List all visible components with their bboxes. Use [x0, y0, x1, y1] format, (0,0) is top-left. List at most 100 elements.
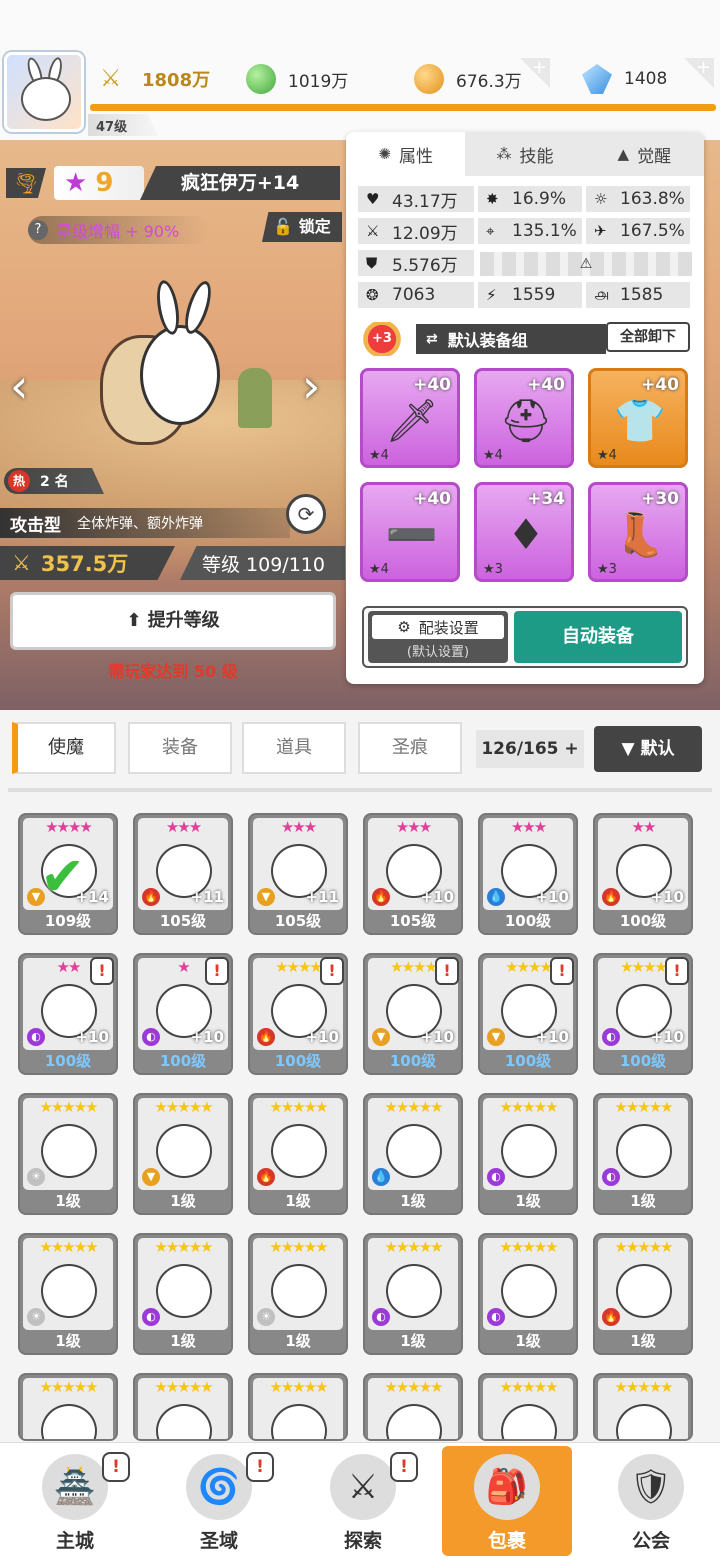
hero-level: 等级 109/110 [180, 546, 345, 580]
familiar-card[interactable]: ★★★★★ ☀ 1级 [18, 1093, 118, 1215]
familiar-card[interactable]: ★★★★★ ◐ 1级 [133, 1233, 233, 1355]
familiar-level: 100级 [159, 1052, 207, 1070]
tab-equipment[interactable]: 装备 [128, 722, 232, 774]
familiar-card[interactable]: ★★★★★ ◐ 1级 [478, 1233, 578, 1355]
familiar-card[interactable]: ★★★★★ ◐ 1级 [593, 1093, 693, 1215]
equip-slot-helmet[interactable]: ⛑ +40 ★4 [474, 368, 574, 468]
stat-s3: ௮ 1585 [586, 282, 690, 308]
power-resource: ⚔ 1808万 [100, 58, 230, 100]
familiar-card[interactable]: ★★★ 💧 +10 100级 [478, 813, 578, 935]
familiar-card[interactable]: ★★★ 🔥 +11 105级 [133, 813, 233, 935]
familiar-card[interactable]: ★★★ 🔥 +10 105级 [363, 813, 463, 935]
earth-element-icon: ▼ [487, 1028, 505, 1046]
familiar-stars: ★★★ [280, 818, 317, 836]
familiar-card[interactable]: ★★★★★ ☀ 1级 [18, 1233, 118, 1355]
familiar-card[interactable]: ★ ◐ +10 100级! [133, 953, 233, 1075]
dark-element-icon: ◐ [372, 1308, 390, 1326]
crystal-resource[interactable]: 1408 + [582, 58, 714, 100]
familiar-card[interactable]: ★★★★★ ◐ 1级 [363, 1233, 463, 1355]
tab-stigmata[interactable]: 圣痕 [358, 722, 462, 774]
familiar-card[interactable]: ★★★★★ [478, 1373, 578, 1441]
familiar-stars: ★★★ [165, 818, 202, 836]
equip-slot-armor[interactable]: 👕 +40 ★4 [588, 368, 688, 468]
familiar-card[interactable]: ★★★★★ [133, 1373, 233, 1441]
star-boost-text: 星级增幅 + 90% [56, 222, 180, 241]
familiar-portrait: ★★★★★ ☀ [253, 1238, 343, 1330]
crystal-plus-button[interactable]: + [684, 58, 714, 88]
hp-stat: ♥ 43.17万 [358, 186, 474, 212]
dark-element-icon: ◐ [602, 1168, 620, 1186]
familiar-card[interactable]: ★★★★★ ◐ 1级 [478, 1093, 578, 1215]
equip-slot-belt[interactable]: ➖ +40 ★4 [360, 482, 460, 582]
familiar-card[interactable]: ★★★★★ [593, 1373, 693, 1441]
familiar-stars: ★★★★★ [269, 1238, 328, 1256]
familiar-card[interactable]: ★★★★★ 🔥 1级 [248, 1093, 348, 1215]
familiar-card[interactable]: ★★ ◐ +10 100级! [18, 953, 118, 1075]
tab-familiars[interactable]: 使魔 [12, 722, 116, 774]
nav-bag[interactable]: 🎒 包裹 [442, 1446, 572, 1556]
familiar-level: 1级 [515, 1192, 541, 1210]
prev-hero-arrow-icon[interactable]: ‹ [10, 358, 44, 414]
sort-dropdown[interactable]: ▼ 默认 [594, 726, 702, 772]
inventory-count[interactable]: 126/165 + [476, 730, 584, 768]
familiar-card[interactable]: ★★★★★ [18, 1373, 118, 1441]
familiar-card[interactable]: ★★★★ ▼ +10 100级! [363, 953, 463, 1075]
accuracy-stat: ⌖ 135.1% [478, 218, 582, 244]
star-icon: ★ [64, 168, 88, 198]
dark-element-icon: ◐ [142, 1028, 160, 1046]
familiar-portrait: ★★★★★ 🔥 [598, 1238, 688, 1330]
alert-icon: ! [435, 957, 459, 985]
familiar-card[interactable]: ★★★★★ 🔥 1级 [593, 1233, 693, 1355]
familiar-card[interactable]: ★★★★ ◐ +10 100级! [593, 953, 693, 1075]
familiar-card[interactable]: ★★★★ 🔥 +10 100级! [248, 953, 348, 1075]
unload-all-button[interactable]: 全部卸下 [606, 322, 690, 352]
equip-slot-necklace[interactable]: ♦ +34 ★3 [474, 482, 574, 582]
swap-view-button[interactable]: ⟳ [286, 494, 326, 534]
auto-equip-button[interactable]: 自动装备 [514, 611, 682, 663]
equip-level: +40 [413, 375, 451, 395]
familiar-stars: ★★★★ [45, 818, 93, 836]
familiar-card[interactable]: ★★★★★ ▼ 1级 [133, 1093, 233, 1215]
rotate-icon: ⟳ [297, 502, 315, 526]
tab-awaken[interactable]: ▲ 觉醒 [584, 132, 704, 176]
hero-star-count: 9 [95, 168, 114, 198]
tab-skills[interactable]: ⁂ 技能 [465, 132, 585, 176]
tab-items[interactable]: 道具 [242, 722, 346, 774]
familiar-card[interactable]: ★★★★ ▼ +10 100级! [478, 953, 578, 1075]
familiar-plus: +10 [420, 888, 454, 906]
familiar-card[interactable]: ★★★ ▼ +11 105级 [248, 813, 348, 935]
familiar-portrait: ★★★★★ ◐ [483, 1238, 573, 1330]
gold-plus-button[interactable]: + [520, 58, 550, 88]
equip-group-selector[interactable]: ⇄ 默认装备组 [416, 324, 606, 354]
familiar-card[interactable]: ★★★★★ ☀ 1级 [248, 1233, 348, 1355]
gold-resource[interactable]: 676.3万 + [414, 58, 550, 100]
familiar-card[interactable]: ★★ 🔥 +10 100级 [593, 813, 693, 935]
stat-row-2: ⚔ 12.09万 ⌖ 135.1% ✈ 167.5% [358, 218, 690, 244]
upgrade-level-button[interactable]: ⬆ 提升等级 [10, 592, 336, 650]
familiar-stars: ★★★★★ [269, 1378, 328, 1396]
locked-stat-slot[interactable]: ⚠ [480, 252, 692, 276]
familiar-card[interactable]: ★★★★★ 💧 1级 [363, 1093, 463, 1215]
nav-guild[interactable]: 🛡 公会 [586, 1446, 716, 1556]
green-orb-resource[interactable]: 1019万 [246, 58, 396, 100]
star-boost[interactable]: ? 星级增幅 + 90% [28, 216, 210, 244]
belt-icon: ➖ [385, 510, 439, 559]
familiar-card[interactable]: ★★★★ ▼ +14 109级 ✔ [18, 813, 118, 935]
familiar-level: 1级 [55, 1192, 81, 1210]
next-hero-arrow-icon[interactable]: › [302, 358, 336, 414]
tab-attributes[interactable]: ✺ 属性 [346, 132, 466, 176]
equip-slot-weapon[interactable]: 🗡 +40 ★4 [360, 368, 460, 468]
fire-element-icon: 🔥 [602, 888, 620, 906]
familiar-card[interactable]: ★★★★★ [248, 1373, 348, 1441]
player-avatar[interactable] [4, 52, 84, 132]
light-element-icon: ☀ [257, 1308, 275, 1326]
fire-element-icon: 🔥 [257, 1028, 275, 1046]
equip-slot-boots[interactable]: 👢 +30 ★3 [588, 482, 688, 582]
water-element-icon: 💧 [372, 1168, 390, 1186]
outfit-settings-button[interactable]: ⚙ 配装设置 (默认设置) [368, 611, 508, 663]
lock-button[interactable]: 🔓 锁定 [262, 212, 342, 242]
familiar-card[interactable]: ★★★★★ [363, 1373, 463, 1441]
stat-row-3: ⛊ 5.576万 [358, 250, 474, 276]
familiar-stars: ★★★★★ [384, 1098, 443, 1116]
crit-rate-value: 16.9% [512, 189, 567, 209]
